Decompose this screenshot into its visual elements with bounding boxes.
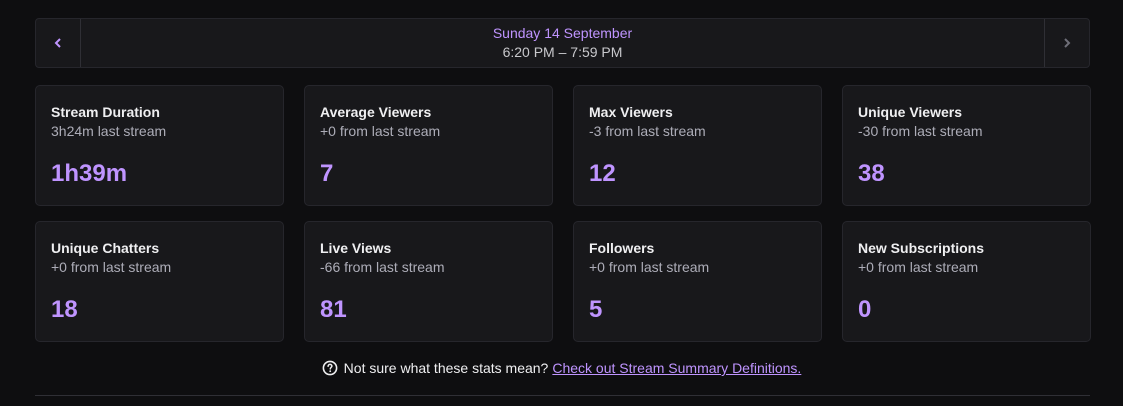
- next-stream-button[interactable]: [1044, 19, 1089, 67]
- stat-value: 38: [858, 160, 885, 187]
- stat-comparison: -30 from last stream: [858, 123, 983, 139]
- stat-value: 1h39m: [51, 160, 128, 187]
- stat-card-average-viewers: Average Viewers +0 from last stream 7: [304, 85, 553, 206]
- stream-summary-page: Sunday 14 September 6:20 PM – 7:59 PM St…: [0, 0, 1123, 406]
- stat-comparison: +0 from last stream: [858, 259, 979, 275]
- stat-title: Unique Viewers: [858, 104, 963, 120]
- stat-card-followers: Followers +0 from last stream 5: [573, 221, 822, 342]
- stats-help-line: Not sure what these stats mean? Check ou…: [0, 358, 1123, 378]
- stat-comparison: -66 from last stream: [320, 259, 445, 275]
- chevron-left-icon: [54, 38, 62, 48]
- stat-comparison: +0 from last stream: [51, 259, 172, 275]
- stat-value: 18: [51, 296, 78, 323]
- stat-comparison: -3 from last stream: [589, 123, 706, 139]
- previous-stream-button[interactable]: [36, 19, 81, 67]
- question-circle-icon: [322, 360, 338, 376]
- stat-card-unique-chatters: Unique Chatters +0 from last stream 18: [35, 221, 284, 342]
- stream-time-range: 6:20 PM – 7:59 PM: [502, 44, 623, 60]
- stat-title: New Subscriptions: [858, 240, 985, 256]
- stat-title: Average Viewers: [320, 104, 432, 120]
- stat-card-live-views: Live Views -66 from last stream 81: [304, 221, 553, 342]
- stream-date-display: Sunday 14 September 6:20 PM – 7:59 PM: [81, 19, 1044, 67]
- stat-value: 0: [858, 296, 872, 323]
- stat-title: Stream Duration: [51, 104, 160, 120]
- stats-grid: Stream Duration 3h24m last stream 1h39m …: [35, 85, 1091, 342]
- help-text: Not sure what these stats mean?: [343, 360, 549, 376]
- stat-card-stream-duration: Stream Duration 3h24m last stream 1h39m: [35, 85, 284, 206]
- stat-card-new-subscriptions: New Subscriptions +0 from last stream 0: [842, 221, 1091, 342]
- stat-title: Live Views: [320, 240, 392, 256]
- stream-summary-definitions-link[interactable]: Check out Stream Summary Definitions.: [552, 358, 801, 378]
- stat-card-max-viewers: Max Viewers -3 from last stream 12: [573, 85, 822, 206]
- stat-value: 12: [589, 160, 616, 187]
- stat-title: Max Viewers: [589, 104, 673, 120]
- stat-comparison: 3h24m last stream: [51, 123, 167, 139]
- date-navigator: Sunday 14 September 6:20 PM – 7:59 PM: [35, 18, 1090, 68]
- stat-comparison: +0 from last stream: [320, 123, 441, 139]
- stat-comparison: +0 from last stream: [589, 259, 710, 275]
- stat-value: 7: [320, 160, 334, 187]
- section-divider: [35, 395, 1090, 396]
- stat-title: Followers: [589, 240, 655, 256]
- stat-title: Unique Chatters: [51, 240, 160, 256]
- stream-date: Sunday 14 September: [492, 25, 633, 41]
- stat-card-unique-viewers: Unique Viewers -30 from last stream 38: [842, 85, 1091, 206]
- stat-value: 5: [589, 296, 603, 323]
- chevron-right-icon: [1063, 38, 1071, 48]
- stat-value: 81: [320, 296, 347, 323]
